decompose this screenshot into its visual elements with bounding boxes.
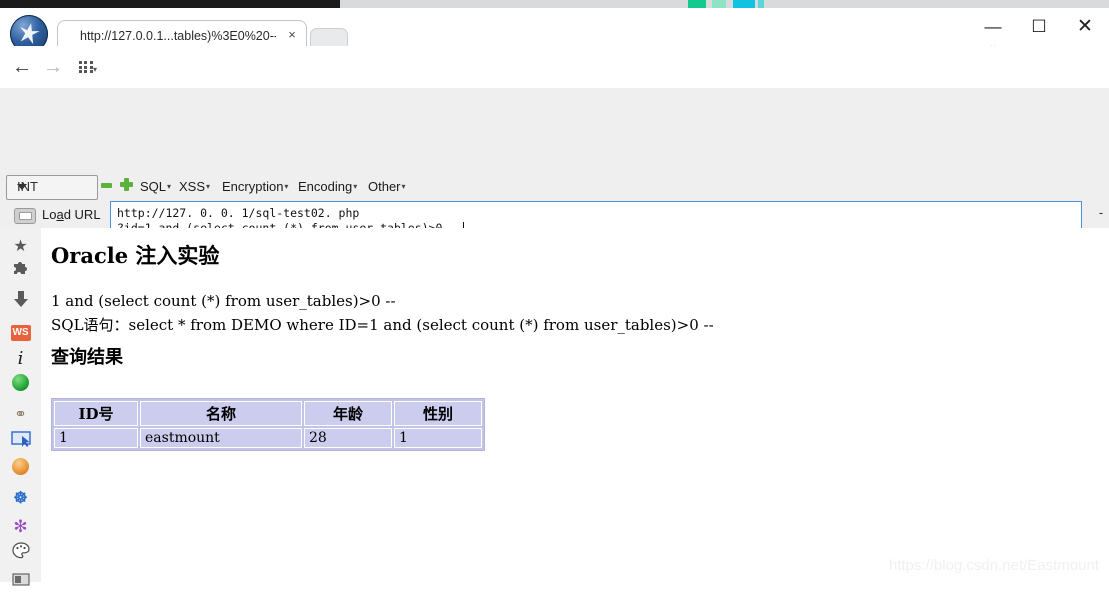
table-header-id: ID号 (54, 401, 138, 426)
table-row: 1 eastmount 28 1 (54, 428, 482, 448)
chrome-browser: http://127.0.0.1...tables)%3E0%20-- × — … (0, 8, 1109, 586)
window-maximize-button[interactable]: ☐ (1026, 16, 1052, 38)
hackbar-menu-encoding-label: Encoding (298, 179, 353, 194)
window-minimize-button[interactable]: — (980, 16, 1006, 38)
grid-icon (78, 61, 93, 73)
hackbar-type-select[interactable]: INT (6, 175, 98, 200)
table-header-age: 年龄 (304, 401, 392, 426)
forward-button[interactable]: → (40, 54, 66, 80)
goggles-icon[interactable]: ⚭ (6, 402, 35, 428)
hackbar-menu-xss[interactable]: XSS▾ (179, 179, 210, 194)
apps-grid-button[interactable]: ▾ (70, 54, 106, 80)
window-close-button[interactable]: ✕ (1072, 16, 1098, 38)
load-url-label: Load URL (42, 207, 101, 222)
hackbar-url-line1: http://127. 0. 0. 1/sql-test02. php (117, 206, 360, 220)
cell-name: eastmount (140, 428, 302, 448)
hackbar-menu-xss-label: XSS (179, 179, 206, 194)
info-italic-icon[interactable]: i (6, 346, 35, 372)
apps-caret-icon: ▾ (92, 65, 97, 74)
hackbar-minus-button[interactable] (101, 183, 112, 188)
purple-virus-icon[interactable]: ✻ (6, 514, 35, 540)
extensions-sidebar: ★ WS i ⚭ ☸ ✻ (0, 228, 42, 586)
hackbar-menu-encryption-label: Encryption (222, 179, 284, 194)
page-title: Oracle 注入实验 (51, 243, 220, 268)
top-strip-dark-segment (0, 0, 340, 8)
star-icon[interactable]: ★ (6, 234, 35, 260)
desktop-top-strip (0, 0, 1109, 8)
top-strip-green-fragment-2 (712, 0, 726, 8)
back-button[interactable]: ← (9, 54, 35, 80)
hackbar-menu-sql-label: SQL (140, 179, 167, 194)
cursor-box-icon[interactable] (6, 430, 35, 456)
navigation-bar: ← → ▾ 127.0.0.1/sql-test02.php?id=1 and … (0, 46, 1109, 126)
load-url-icon (14, 208, 36, 224)
hackbar-menu-encoding[interactable]: Encoding▾ (298, 179, 357, 194)
title-bar: http://127.0.0.1...tables)%3E0%20-- × — … (0, 8, 1109, 53)
top-strip-teal-fragment-2 (758, 0, 764, 8)
chevron-down-icon (17, 184, 27, 190)
hackbar-menu-sql[interactable]: SQL▾ (140, 179, 171, 194)
results-table: ID号 名称 年龄 性别 1 eastmount 28 1 (51, 398, 485, 451)
cell-gender: 1 (394, 428, 482, 448)
green-globe-icon[interactable] (6, 374, 35, 400)
hackbar-menu-other-label: Other (368, 179, 401, 194)
browser-window: http://127.0.0.1...tables)%3E0%20-- × — … (0, 0, 1109, 586)
download-arrow-icon[interactable] (6, 290, 35, 316)
hackbar-plus-button[interactable] (120, 178, 133, 191)
orange-circle-icon[interactable] (6, 458, 35, 484)
cell-age: 28 (304, 428, 392, 448)
top-strip-green-fragment-1 (688, 0, 706, 8)
page-content: Oracle 注入实验 1 and (select count (*) from… (41, 228, 1109, 582)
caret-down-icon: ▾ (167, 182, 172, 191)
table-header-gender: 性别 (394, 401, 482, 426)
puzzle-icon[interactable] (6, 262, 35, 288)
caret-down-icon: ▾ (401, 182, 406, 191)
blue-swirl-icon[interactable]: ☸ (6, 486, 35, 512)
caret-down-icon: ▾ (284, 182, 289, 191)
caret-down-icon: ▾ (206, 182, 211, 191)
hackbar-menu-encryption[interactable]: Encryption▾ (222, 179, 288, 194)
palette-icon[interactable] (6, 542, 35, 568)
table-header-name: 名称 (140, 401, 302, 426)
sql-statement-text: SQL语句：select * from DEMO where ID=1 and … (51, 316, 714, 334)
cell-id: 1 (54, 428, 138, 448)
ws-badge-icon[interactable]: WS (6, 318, 35, 344)
caret-down-icon: ▾ (353, 182, 358, 191)
top-strip-teal-fragment-1 (733, 0, 755, 8)
hackbar-menu-other[interactable]: Other▾ (368, 179, 406, 194)
injected-payload-text: 1 and (select count (*) from user_tables… (51, 292, 396, 310)
results-heading: 查询结果 (51, 347, 123, 368)
watermark: https://blog.csdn.net/Eastmount (888, 557, 1099, 574)
table-header-row: ID号 名称 年龄 性别 (54, 401, 482, 426)
hackbar-panel: INT SQL▾ XSS▾ Encryption▾ Encoding▾ Othe… (0, 88, 1109, 303)
tab-title: http://127.0.0.1...tables)%3E0%20-- (80, 29, 276, 43)
font-decrease-button[interactable]: - (1095, 206, 1107, 219)
tab-close-icon[interactable]: × (285, 27, 299, 43)
